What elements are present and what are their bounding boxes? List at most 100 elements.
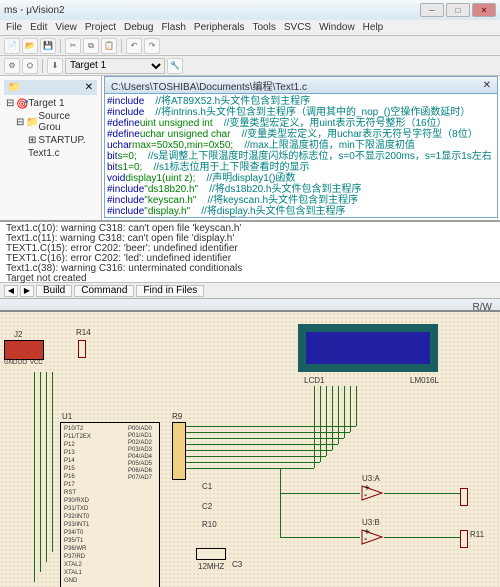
menu-project[interactable]: Project [85, 22, 116, 33]
undo-icon[interactable]: ↶ [126, 38, 142, 54]
redo-icon[interactable]: ↷ [144, 38, 160, 54]
svg-text:-: - [364, 490, 367, 501]
cut-icon[interactable]: ✂ [65, 38, 81, 54]
svg-text:-: - [364, 534, 367, 545]
menu-help[interactable]: Help [363, 22, 384, 33]
build-output[interactable]: Text1.c(10): warning C318: can't open fi… [0, 220, 500, 282]
paste-icon[interactable]: 📋 [101, 38, 117, 54]
wire [46, 372, 47, 562]
wire [186, 444, 338, 445]
toolbar-main: 📄 📂 💾 ✂ ⧉ 📋 ↶ ↷ [0, 36, 500, 56]
wire [332, 386, 333, 450]
code-editor[interactable]: #include //将AT89X52.h头文件包含到主程序#include /… [104, 94, 498, 218]
r14-label: R14 [76, 328, 91, 337]
copy-icon[interactable]: ⧉ [83, 38, 99, 54]
wire [338, 386, 339, 444]
title-bar: ms - μVision2 ─ □ ✕ [0, 0, 500, 20]
new-file-icon[interactable]: 📄 [4, 38, 20, 54]
editor-area: C:\Users\TOSHIBA\Documents\编程\Text1.c ✕ … [102, 76, 500, 220]
wire [40, 372, 41, 572]
r10-label: R10 [202, 520, 217, 529]
j2-vcc: VCC [30, 360, 43, 366]
minimize-button[interactable]: ─ [420, 3, 444, 17]
resistor-r11[interactable] [460, 530, 468, 548]
tab-build[interactable]: Build [36, 285, 72, 297]
tab-command[interactable]: Command [74, 285, 134, 297]
tree-source-group[interactable]: ⊟ 📁Source Grou [4, 110, 97, 134]
circuit-simulator[interactable]: LCD1 LM016L J2 VCC DO GND R14 U1 R9 12MH… [0, 310, 500, 587]
crystal[interactable] [196, 548, 226, 560]
tree-text1c[interactable]: Text1.c [4, 147, 97, 160]
tab-find[interactable]: Find in Files [136, 285, 204, 297]
window-buttons: ─ □ ✕ [420, 3, 496, 17]
connector-j2[interactable] [4, 340, 44, 360]
wire [280, 468, 281, 538]
menu-bar: File Edit View Project Debug Flash Perip… [0, 20, 500, 36]
j2-do: DO [18, 360, 27, 366]
menu-svcs[interactable]: SVCS [284, 22, 311, 33]
options-icon[interactable]: 🔧 [167, 58, 183, 74]
menu-peripherals[interactable]: Peripherals [194, 22, 245, 33]
wire [344, 386, 345, 438]
rebuild-icon[interactable]: ⛭ [22, 58, 38, 74]
maximize-button[interactable]: □ [446, 3, 470, 17]
wire [326, 386, 327, 456]
build-icon[interactable]: ⚙ [4, 58, 20, 74]
wire [186, 450, 332, 451]
output-prev-icon[interactable]: ◀ [4, 285, 18, 297]
opamp-u3b[interactable]: +- [360, 528, 384, 546]
editor-tab-close-icon[interactable]: ✕ [483, 80, 491, 91]
c2-label: C2 [202, 502, 212, 511]
menu-tools[interactable]: Tools [253, 22, 276, 33]
download-icon[interactable]: ⬇ [47, 58, 63, 74]
menu-window[interactable]: Window [319, 22, 355, 33]
u3b-label: U3:B [362, 518, 380, 527]
mcu-label: U1 [62, 412, 72, 421]
menu-file[interactable]: File [6, 22, 22, 33]
wire [356, 386, 357, 426]
tree-close-icon[interactable]: ✕ [85, 82, 93, 93]
wire [52, 372, 53, 552]
lcd-part: LM016L [410, 376, 439, 385]
target-select[interactable]: Target 1 [65, 58, 165, 74]
wire [384, 493, 460, 494]
project-tree: 📁 ✕ ⊟ 🎯Target 1 ⊟ 📁Source Grou ⊞ STARTUP… [0, 76, 102, 220]
tree-target[interactable]: ⊟ 🎯Target 1 [4, 97, 97, 110]
r11-label: R11 [470, 530, 484, 539]
output-tabs: ◀ ▶ Build Command Find in Files [0, 282, 500, 298]
menu-edit[interactable]: Edit [30, 22, 47, 33]
menu-view[interactable]: View [55, 22, 77, 33]
wire [186, 462, 320, 463]
editor-tab[interactable]: C:\Users\TOSHIBA\Documents\编程\Text1.c ✕ [104, 76, 498, 94]
resistor-r-right1[interactable] [460, 488, 468, 506]
save-icon[interactable]: 💾 [40, 38, 56, 54]
wire [280, 493, 360, 494]
u3a-label: U3:A [362, 474, 380, 483]
close-button[interactable]: ✕ [472, 3, 496, 17]
j2-gnd: GND [4, 360, 17, 366]
wire [186, 456, 326, 457]
window-title: ms - μVision2 [4, 5, 65, 16]
opamp-u3a[interactable]: +- [360, 484, 384, 502]
lcd-display[interactable] [298, 324, 438, 372]
output-next-icon[interactable]: ▶ [20, 285, 34, 297]
wire [350, 386, 351, 432]
resistor-network-r9[interactable] [172, 422, 186, 480]
c1-label: C1 [202, 482, 212, 491]
wire [186, 426, 356, 427]
resistor-r14[interactable] [78, 340, 86, 358]
ide-window: ms - μVision2 ─ □ ✕ File Edit View Proje… [0, 0, 500, 282]
open-file-icon[interactable]: 📂 [22, 38, 38, 54]
editor-path: C:\Users\TOSHIBA\Documents\编程\Text1.c [111, 78, 307, 93]
main-area: 📁 ✕ ⊟ 🎯Target 1 ⊟ 📁Source Grou ⊞ STARTUP… [0, 76, 500, 220]
crystal-label: 12MHZ [198, 562, 224, 571]
wire [280, 537, 360, 538]
wire [320, 386, 321, 462]
j2-label: J2 [14, 330, 22, 339]
lcd-ref: LCD1 [304, 376, 324, 385]
c3-label: C3 [232, 560, 242, 569]
menu-flash[interactable]: Flash [161, 22, 185, 33]
wire [314, 386, 315, 468]
menu-debug[interactable]: Debug [124, 22, 153, 33]
tree-startup[interactable]: ⊞ STARTUP. [4, 134, 97, 147]
